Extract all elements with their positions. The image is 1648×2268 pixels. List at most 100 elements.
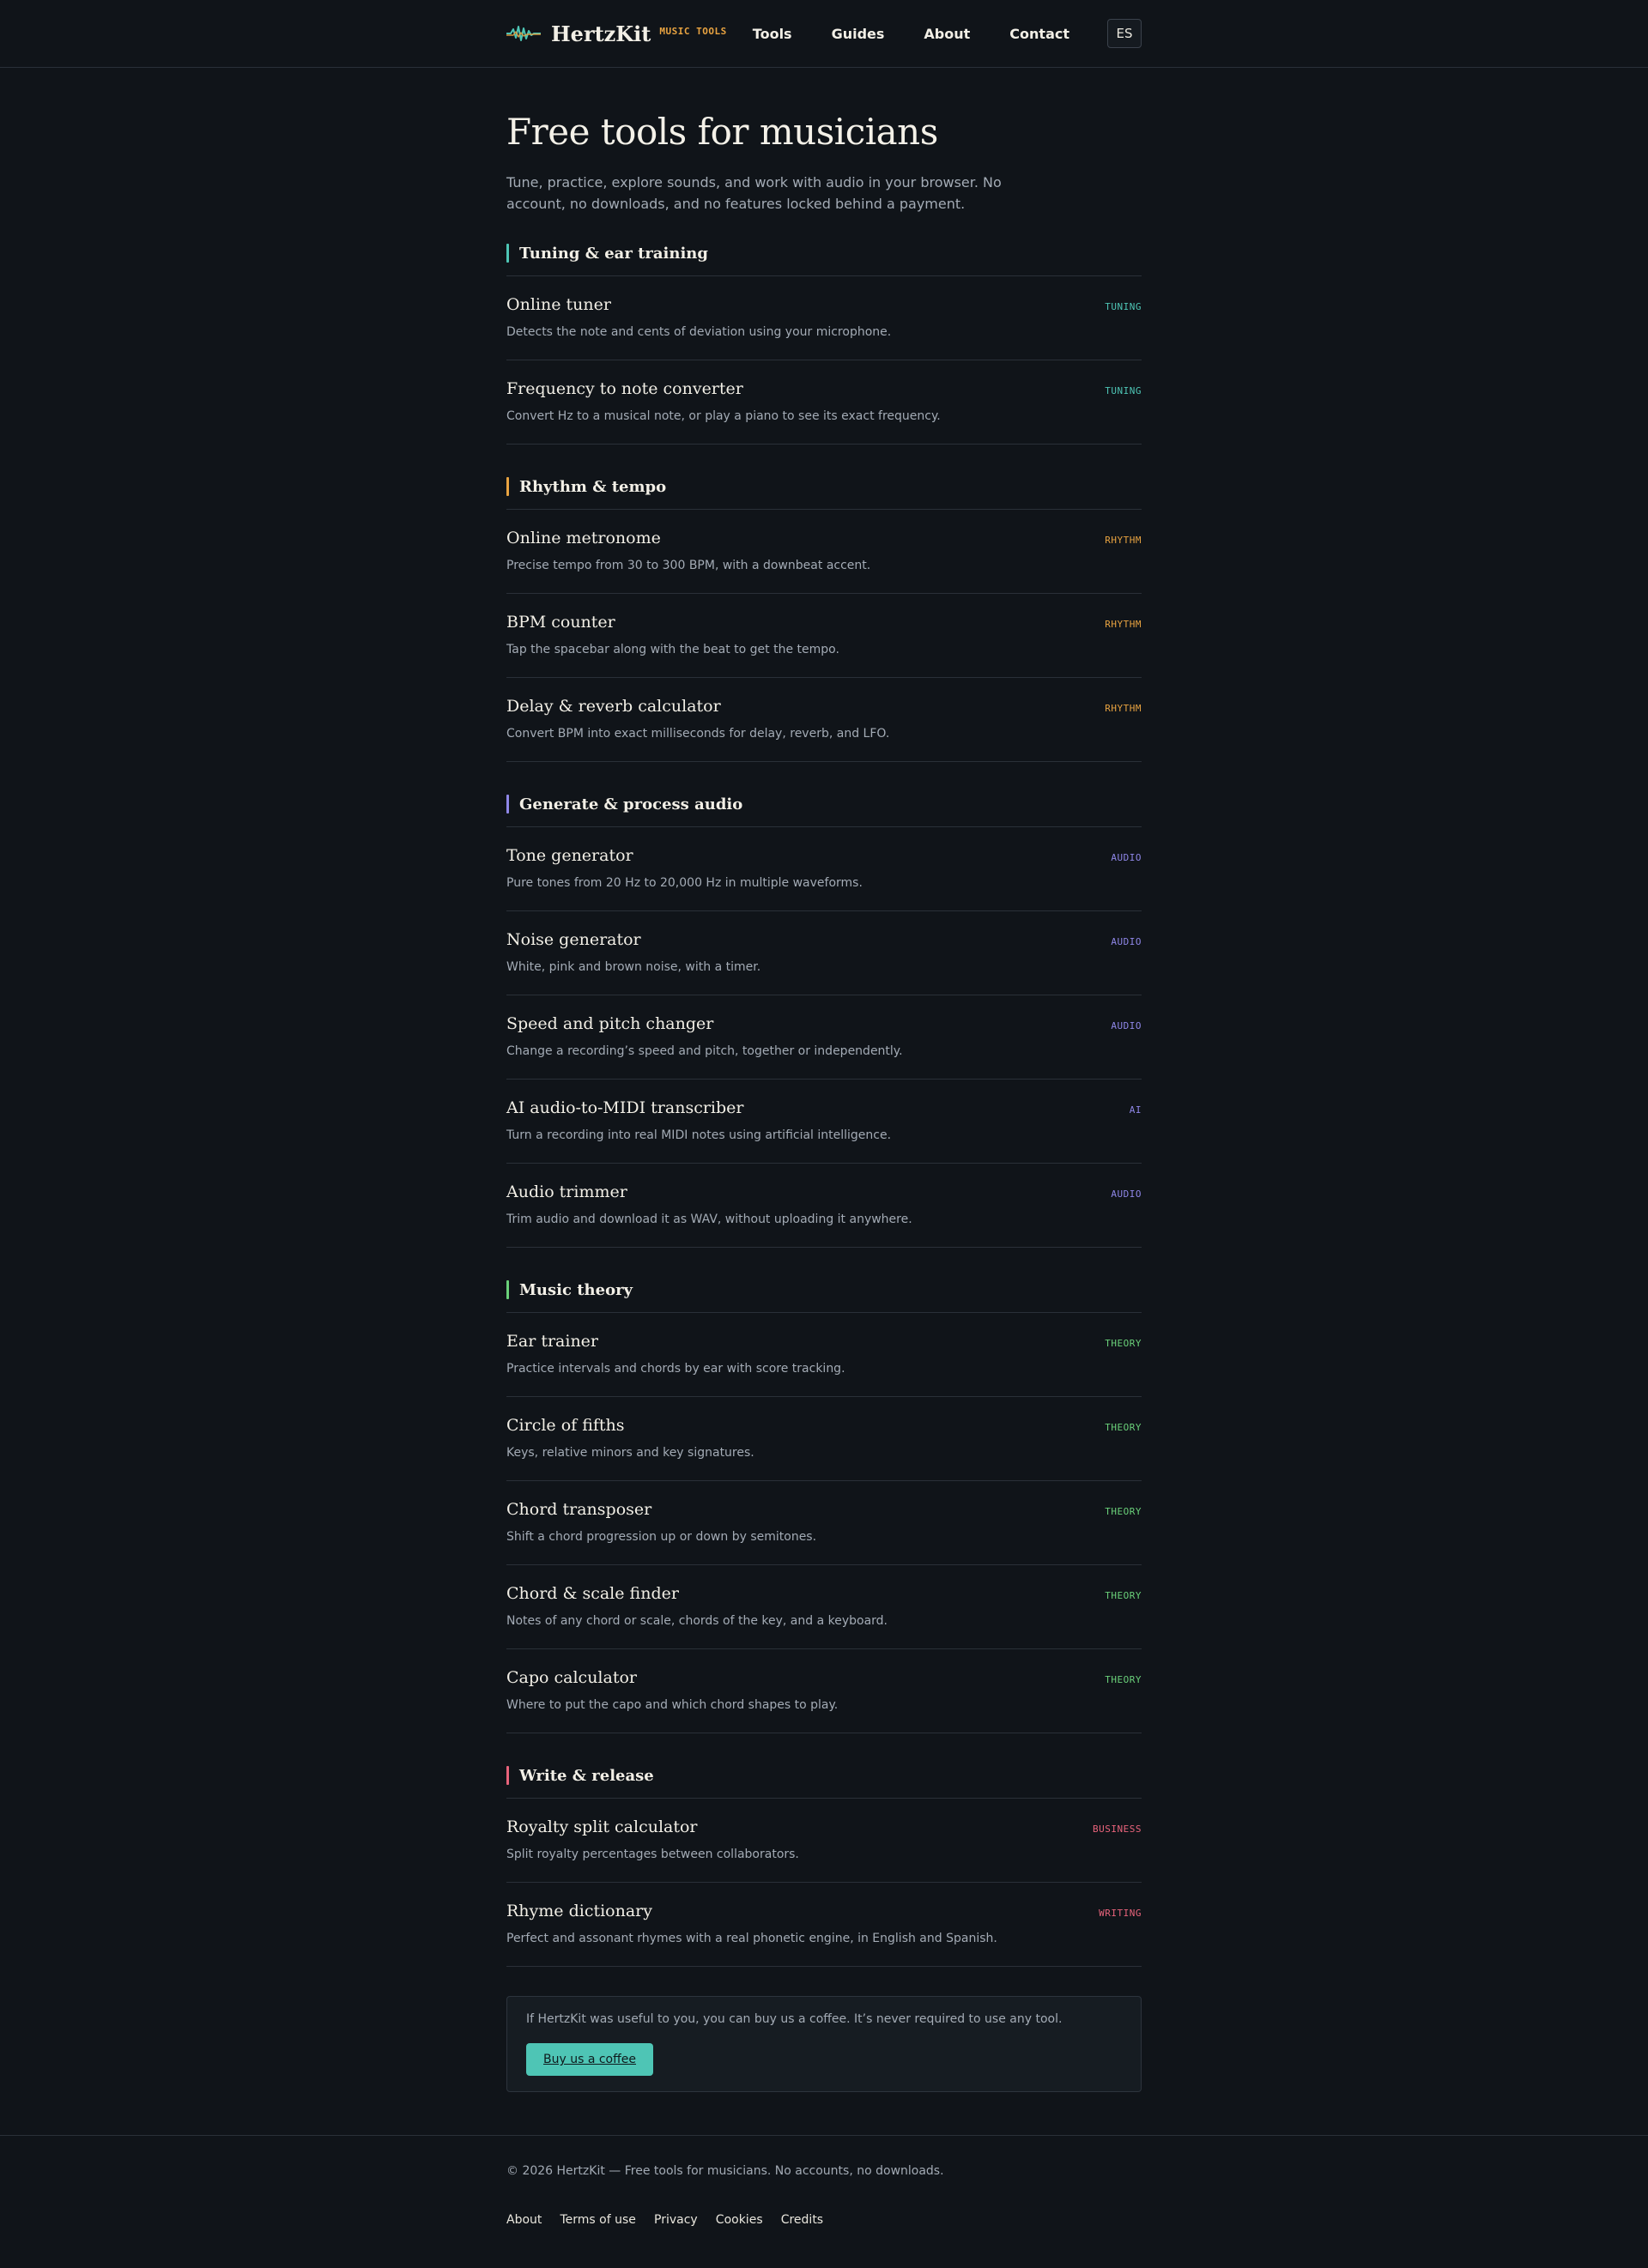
footer-link-cookies[interactable]: Cookies xyxy=(716,2213,763,2227)
section-title: Write & release xyxy=(519,1766,654,1785)
tool-category-tag: THEORY xyxy=(1105,1674,1142,1685)
tool-description: Practice intervals and chords by ear wit… xyxy=(506,1362,845,1376)
tool-category-tag: AUDIO xyxy=(1111,1020,1142,1031)
tool-description: Keys, relative minors and key signatures… xyxy=(506,1446,754,1460)
tool-item[interactable]: BPM counter RHYTHM Tap the spacebar along … xyxy=(506,594,1142,678)
tool-item[interactable]: Online tuner TUNING Detects the note and c… xyxy=(506,276,1142,360)
nav-contact[interactable]: Contact xyxy=(1009,26,1069,42)
tool-item[interactable]: Frequency to note converter TUNING Convert… xyxy=(506,360,1142,445)
page-title: Free tools for musicians xyxy=(506,111,938,153)
tool-description: White, pink and brown noise, with a time… xyxy=(506,960,761,974)
section-header: Tuning & ear training xyxy=(506,240,1142,266)
tool-sections: Tuning & ear training Online tuner TUNING D… xyxy=(506,240,1142,1967)
logo-name: HertzKit xyxy=(551,21,651,46)
tool-name-link[interactable]: Online tuner xyxy=(506,295,611,314)
section-title: Rhythm & tempo xyxy=(519,477,667,496)
tool-description: Notes of any chord or scale, chords of t… xyxy=(506,1614,888,1628)
logo-link[interactable]: HertzKit MUSIC TOOLS xyxy=(506,21,727,46)
tool-description: Perfect and assonant rhymes with a real … xyxy=(506,1932,997,1945)
section-header: Music theory xyxy=(506,1277,1142,1303)
tool-item[interactable]: Ear trainer THEORY Practice intervals and … xyxy=(506,1313,1142,1397)
tool-item[interactable]: Online metronome RHYTHM Precise tempo from… xyxy=(506,510,1142,594)
footer-inner: © 2026 HertzKit — Free tools for musicia… xyxy=(506,2136,1142,2227)
tool-category-tag: AUDIO xyxy=(1111,852,1142,863)
tool-name-link[interactable]: Delay & reverb calculator xyxy=(506,697,721,716)
tool-category-tag: THEORY xyxy=(1105,1590,1142,1601)
site-footer: © 2026 HertzKit — Free tools for musicia… xyxy=(0,2135,1648,2268)
tool-category-tag: AI xyxy=(1129,1104,1142,1116)
main-nav: Tools Guides About Contact xyxy=(753,26,1069,42)
donate-text: If HertzKit was useful to you, you can b… xyxy=(526,2012,1063,2026)
nav-guides[interactable]: Guides xyxy=(832,26,885,42)
footer-link-about[interactable]: About xyxy=(506,2213,542,2227)
tool-description: Turn a recording into real MIDI notes us… xyxy=(506,1128,892,1142)
tool-name-link[interactable]: Speed and pitch changer xyxy=(506,1014,713,1033)
section-accent-bar xyxy=(506,244,509,263)
tool-description: Convert BPM into exact milliseconds for … xyxy=(506,727,890,741)
tool-item[interactable]: AI audio-to-MIDI transcriber AI Turn a rec… xyxy=(506,1080,1142,1164)
language-toggle[interactable]: ES xyxy=(1107,19,1142,48)
tool-item[interactable]: Chord & scale finder THEORY Notes of any c… xyxy=(506,1565,1142,1649)
tool-item[interactable]: Capo calculator THEORY Where to put the ca… xyxy=(506,1649,1142,1733)
tool-item[interactable]: Chord transposer THEORY Shift a chord prog… xyxy=(506,1481,1142,1565)
section-header: Rhythm & tempo xyxy=(506,474,1142,499)
tool-name-link[interactable]: Circle of fifths xyxy=(506,1416,625,1435)
tool-section: Rhythm & tempo Online metronome RHYTHM Prec… xyxy=(506,474,1142,762)
tool-description: Trim audio and download it as WAV, witho… xyxy=(506,1213,912,1226)
tool-category-tag: RHYTHM xyxy=(1105,703,1142,714)
tool-name-link[interactable]: BPM counter xyxy=(506,613,615,632)
footer-links: About Terms of use Privacy Cookies Credi… xyxy=(506,2211,1142,2227)
tool-name-link[interactable]: Chord transposer xyxy=(506,1500,651,1519)
tool-item[interactable]: Circle of fifths THEORY Keys, relative min… xyxy=(506,1397,1142,1481)
tool-description: Where to put the capo and which chord sh… xyxy=(506,1698,839,1712)
tool-item[interactable]: Tone generator AUDIO Pure tones from 20 Hz… xyxy=(506,827,1142,911)
tool-category-tag: RHYTHM xyxy=(1105,535,1142,546)
tool-name-link[interactable]: Royalty split calculator xyxy=(506,1817,698,1836)
footer-copyright: © 2026 HertzKit — Free tools for musicia… xyxy=(506,2164,944,2178)
tool-item[interactable]: Rhyme dictionary WRITING Perfect and asson… xyxy=(506,1883,1142,1967)
tool-name-link[interactable]: Tone generator xyxy=(506,846,633,865)
tool-category-tag: WRITING xyxy=(1099,1908,1142,1919)
section-accent-bar xyxy=(506,1766,509,1785)
nav-about[interactable]: About xyxy=(924,26,970,42)
tool-name-link[interactable]: Frequency to note converter xyxy=(506,379,743,398)
tool-name-link[interactable]: Rhyme dictionary xyxy=(506,1902,652,1920)
site-header: HertzKit MUSIC TOOLS Tools Guides About … xyxy=(0,0,1648,68)
tool-section: Music theory Ear trainer THEORY Practice in… xyxy=(506,1277,1142,1733)
tool-description: Shift a chord progression up or down by … xyxy=(506,1530,817,1544)
tool-name-link[interactable]: AI audio-to-MIDI transcriber xyxy=(506,1098,743,1117)
tool-category-tag: RHYTHM xyxy=(1105,619,1142,630)
section-title: Tuning & ear training xyxy=(519,244,708,263)
tool-name-link[interactable]: Chord & scale finder xyxy=(506,1584,679,1603)
tool-category-tag: THEORY xyxy=(1105,1422,1142,1433)
main-content: Free tools for musicians Tune, practice,… xyxy=(506,68,1142,2092)
section-title: Generate & process audio xyxy=(519,795,743,813)
tool-description: Split royalty percentages between collab… xyxy=(506,1848,799,1861)
tool-item[interactable]: Audio trimmer AUDIO Trim audio and downloa… xyxy=(506,1164,1142,1248)
tool-item[interactable]: Speed and pitch changer AUDIO Change a rec… xyxy=(506,995,1142,1080)
tool-description: Change a recording’s speed and pitch, to… xyxy=(506,1044,903,1058)
tool-section: Write & release Royalty split calculator B… xyxy=(506,1763,1142,1967)
tool-item[interactable]: Royalty split calculator BUSINESS Split ro… xyxy=(506,1799,1142,1883)
tool-section: Tuning & ear training Online tuner TUNING D… xyxy=(506,240,1142,445)
buy-coffee-button[interactable]: Buy us a coffee xyxy=(526,2043,653,2076)
tool-name-link[interactable]: Online metronome xyxy=(506,529,661,547)
tool-category-tag: AUDIO xyxy=(1111,936,1142,947)
footer-link-terms[interactable]: Terms of use xyxy=(560,2213,636,2227)
tool-category-tag: TUNING xyxy=(1105,301,1142,312)
waveform-logo-icon xyxy=(506,26,541,41)
nav-tools[interactable]: Tools xyxy=(753,26,792,42)
header-inner: HertzKit MUSIC TOOLS Tools Guides About … xyxy=(506,0,1142,67)
tool-category-tag: AUDIO xyxy=(1111,1188,1142,1200)
tool-category-tag: BUSINESS xyxy=(1093,1823,1142,1835)
footer-link-credits[interactable]: Credits xyxy=(781,2213,823,2227)
tool-name-link[interactable]: Capo calculator xyxy=(506,1668,637,1687)
tool-name-link[interactable]: Ear trainer xyxy=(506,1332,598,1351)
footer-link-privacy[interactable]: Privacy xyxy=(654,2213,698,2227)
section-accent-bar xyxy=(506,795,509,813)
tool-name-link[interactable]: Audio trimmer xyxy=(506,1182,627,1201)
tool-description: Pure tones from 20 Hz to 20,000 Hz in mu… xyxy=(506,876,863,890)
tool-item[interactable]: Delay & reverb calculator RHYTHM Convert B… xyxy=(506,678,1142,762)
tool-name-link[interactable]: Noise generator xyxy=(506,930,641,949)
tool-item[interactable]: Noise generator AUDIO White, pink and brow… xyxy=(506,911,1142,995)
